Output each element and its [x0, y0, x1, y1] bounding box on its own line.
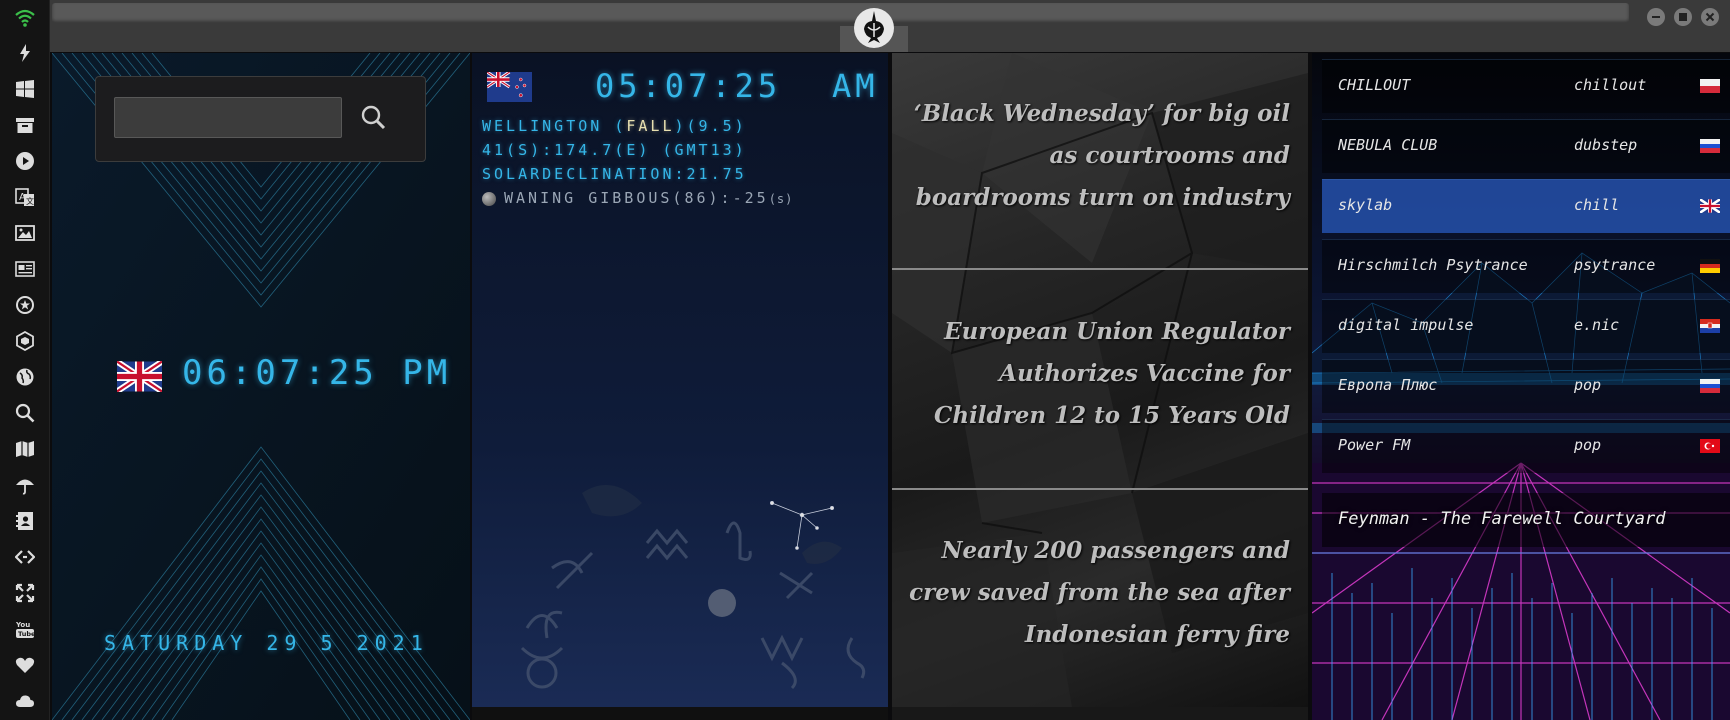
rebel-alliance-icon[interactable]	[853, 7, 895, 49]
lightning-icon[interactable]	[11, 39, 39, 67]
radio-station-row[interactable]: NEBULA CLUB dubstep	[1322, 119, 1730, 173]
world-ampm: AM	[832, 67, 879, 105]
russia-flag-icon	[1700, 379, 1720, 393]
zodiac-decoration	[520, 485, 866, 690]
local-clock-panel: 06:07:25 PM SATURDAY 29 5 2021	[52, 53, 470, 720]
search-input[interactable]	[114, 97, 342, 138]
play-icon[interactable]	[11, 147, 39, 175]
youtube-icon[interactable]: You Tube	[11, 615, 39, 643]
station-genre: chillout	[1574, 76, 1647, 94]
station-name: CHILLOUT	[1338, 76, 1411, 94]
globe-icon[interactable]	[11, 363, 39, 391]
world-clock-panel: 05:07:25 AM WELLINGTON (FALL)(9.5) 41(S)…	[472, 53, 888, 707]
station-genre: pop	[1574, 436, 1602, 454]
panel-footer	[892, 707, 1308, 720]
station-genre: dubstep	[1574, 136, 1638, 154]
russia-flag-icon	[1700, 139, 1720, 153]
city-suffix: )(9.5)	[674, 117, 747, 135]
wifi-icon[interactable]	[11, 4, 39, 32]
station-name: Hirschmilch Psytrance	[1338, 256, 1528, 274]
station-name: NEBULA CLUB	[1338, 136, 1438, 154]
title-bar	[50, 0, 1730, 52]
city-prefix: WELLINGTON (	[482, 117, 627, 135]
radio-station-row[interactable]: CHILLOUT chillout	[1322, 59, 1730, 113]
news-divider	[892, 488, 1308, 490]
radio-station-row[interactable]: Hirschmilch Psytrance psytrance	[1322, 239, 1730, 293]
city-season-line: WELLINGTON (FALL)(9.5)	[482, 117, 747, 135]
heart-icon[interactable]	[11, 651, 39, 679]
local-date: SATURDAY 29 5 2021	[104, 631, 429, 655]
svg-text:You: You	[15, 621, 30, 629]
settings-badge-icon[interactable]	[11, 291, 39, 319]
news-divider	[892, 268, 1308, 270]
archive-icon[interactable]	[11, 111, 39, 139]
news-headline[interactable]: ‘Black Wednesday’ for big oil as courtro…	[902, 93, 1290, 219]
image-icon[interactable]	[11, 219, 39, 247]
svg-text:Tube: Tube	[18, 630, 35, 638]
moon-unit: (s)	[768, 192, 794, 206]
season-label: FALL	[626, 117, 675, 135]
panel-footer	[472, 707, 888, 720]
radio-station-row[interactable]: digital impulse e.nic	[1322, 299, 1730, 353]
coordinates-line: 41(S):174.7(E) (GMT13)	[482, 141, 747, 159]
turkey-flag-icon	[1700, 439, 1720, 453]
station-name: digital impulse	[1338, 316, 1474, 334]
station-genre: chill	[1574, 196, 1620, 214]
station-name: Power FM	[1338, 436, 1411, 454]
news-icon[interactable]	[11, 255, 39, 283]
station-genre: pop	[1574, 376, 1602, 394]
croatia-flag-icon	[1700, 319, 1720, 333]
station-name: Европа Плюс	[1338, 376, 1438, 394]
translate-icon[interactable]: A文	[11, 183, 39, 211]
radio-panel: CHILLOUT chillout NEBULA CLUB dubstep sk…	[1312, 53, 1730, 720]
uk-flag-icon	[117, 361, 162, 392]
radio-station-row[interactable]: Power FM pop	[1322, 419, 1730, 473]
close-icon[interactable]	[1701, 8, 1719, 26]
world-time: 05:07:25	[595, 67, 782, 105]
code-icon[interactable]	[11, 543, 39, 571]
cloud-icon[interactable]	[11, 687, 39, 715]
maximize-icon[interactable]	[1674, 8, 1692, 26]
news-headline[interactable]: Nearly 200 passengers and crew saved fro…	[902, 530, 1290, 656]
local-time: 06:07:25 PM	[182, 353, 452, 393]
now-playing-title[interactable]: Feynman - The Farewell Courtyard	[1338, 509, 1666, 529]
search-box	[95, 76, 426, 162]
moon-phase-line: WANING GIBBOUS(86):-25(s)	[482, 189, 793, 207]
title-strip[interactable]	[52, 3, 1629, 23]
poland-flag-icon	[1700, 79, 1720, 93]
nz-flag-icon	[487, 72, 532, 102]
station-name: skylab	[1338, 196, 1393, 214]
radio-station-row[interactable]: Европа Плюс pop	[1322, 359, 1730, 413]
search-icon[interactable]	[11, 399, 39, 427]
umbrella-icon[interactable]	[11, 471, 39, 499]
moon-phase: WANING GIBBOUS(86):-25	[504, 189, 769, 207]
sidebar-rail: A文 You Tube	[0, 0, 50, 720]
news-headline[interactable]: European Union Regulator Authorizes Vacc…	[902, 311, 1290, 437]
contacts-icon[interactable]	[11, 507, 39, 535]
news-panel: ‘Black Wednesday’ for big oil as courtro…	[892, 53, 1308, 707]
declination-line: SOLARDECLINATION:21.75	[482, 165, 747, 183]
search-icon[interactable]	[360, 104, 386, 130]
map-icon[interactable]	[11, 435, 39, 463]
expand-icon[interactable]	[11, 579, 39, 607]
radio-station-row-active[interactable]: skylab chill	[1322, 179, 1730, 233]
station-genre: psytrance	[1574, 256, 1656, 274]
germany-flag-icon	[1700, 259, 1720, 273]
hexagon-icon[interactable]	[11, 327, 39, 355]
uk-flag-icon	[1700, 199, 1720, 213]
windows-icon[interactable]	[11, 75, 39, 103]
station-genre: e.nic	[1574, 316, 1620, 334]
moon-icon	[482, 191, 496, 206]
svg-text:文: 文	[26, 196, 34, 206]
minimize-icon[interactable]	[1647, 8, 1665, 26]
